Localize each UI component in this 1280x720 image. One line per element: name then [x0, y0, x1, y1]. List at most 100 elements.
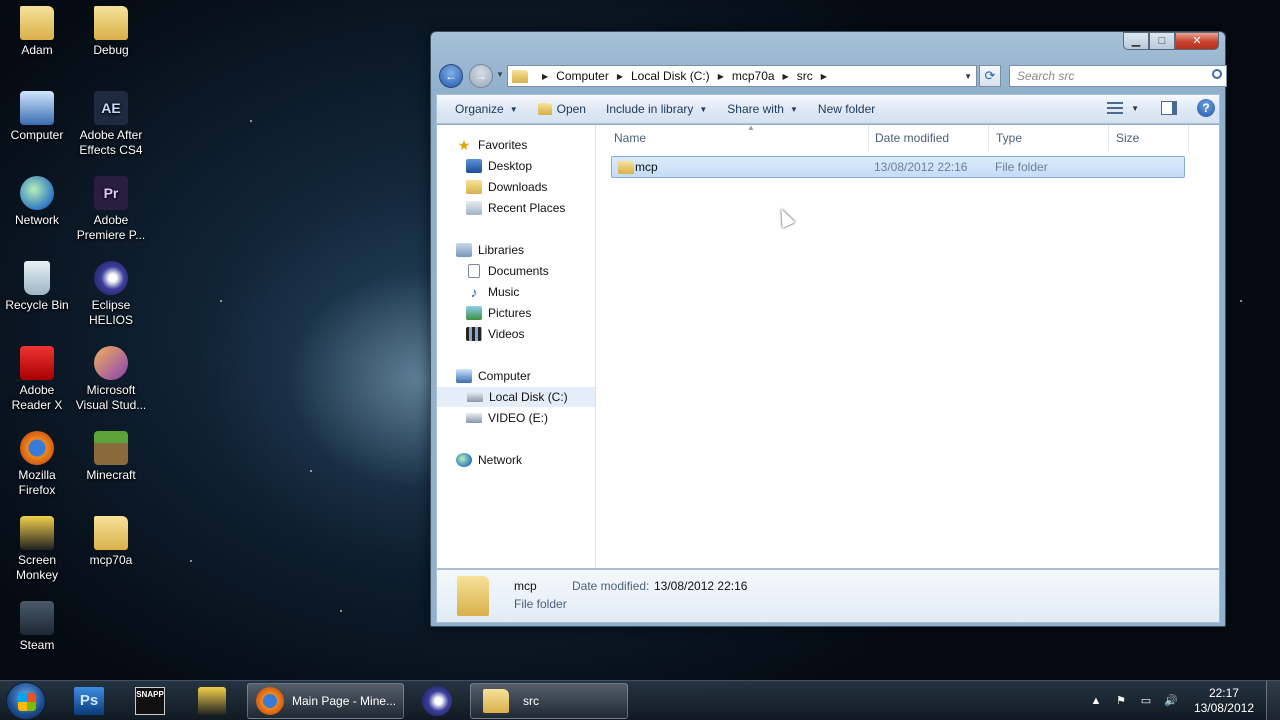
- after-effects-icon: AE: [94, 91, 128, 125]
- file-list: Name ▲ Date modified Type Size mcp 13/08…: [597, 123, 1219, 568]
- nav-network[interactable]: Network: [437, 450, 595, 470]
- recent-pages-dropdown[interactable]: ▼: [496, 70, 504, 79]
- include-in-library-menu[interactable]: Include in library ▼: [596, 95, 717, 123]
- sort-ascending-icon: ▲: [747, 123, 755, 132]
- desktop-icon-firefox[interactable]: Mozilla Firefox: [0, 431, 74, 498]
- desktop-icon-computer[interactable]: Computer: [0, 91, 74, 143]
- desktop-icon-mcp70a[interactable]: mcp70a: [74, 516, 148, 568]
- search-icon[interactable]: [1212, 69, 1222, 79]
- nav-videos[interactable]: Videos: [437, 324, 595, 344]
- show-hidden-icons-icon[interactable]: ▲: [1088, 694, 1104, 708]
- clock[interactable]: 22:17 13/08/2012: [1194, 686, 1254, 716]
- chevron-down-icon: ▼: [699, 104, 708, 114]
- column-header-name[interactable]: Name ▲: [607, 123, 869, 151]
- breadcrumb-chevron-icon[interactable]: ▶: [617, 72, 623, 81]
- details-name: mcp: [514, 579, 537, 593]
- nav-pictures[interactable]: Pictures: [437, 303, 595, 323]
- refresh-button[interactable]: ⟳: [979, 65, 1001, 87]
- nav-local-disk[interactable]: Local Disk (C:): [437, 387, 595, 407]
- share-with-menu[interactable]: Share with ▼: [717, 95, 808, 123]
- system-tray: ▲ ⚑ ▭ 🔊 22:17 13/08/2012: [1088, 681, 1280, 720]
- videos-icon: [466, 327, 482, 341]
- preview-pane-icon[interactable]: [1161, 101, 1177, 115]
- nav-desktop[interactable]: Desktop: [437, 156, 595, 176]
- organize-menu[interactable]: Organize ▼: [445, 95, 528, 123]
- address-bar[interactable]: ▶ Computer ▶ Local Disk (C:) ▶ mcp70a ▶ …: [507, 65, 977, 87]
- open-folder-icon: [537, 103, 552, 115]
- command-bar: Organize ▼ Open Include in library ▼ Sha…: [436, 94, 1220, 124]
- premiere-icon: Pr: [94, 176, 128, 210]
- nav-libraries[interactable]: Libraries: [437, 240, 595, 260]
- desktop-icon-recycle-bin[interactable]: Recycle Bin: [0, 261, 74, 313]
- recycle-bin-icon: [24, 261, 50, 295]
- action-center-icon[interactable]: ⚑: [1113, 694, 1129, 708]
- help-icon[interactable]: ?: [1197, 99, 1215, 117]
- taskbar-screen-monkey[interactable]: [182, 683, 242, 719]
- new-folder-button[interactable]: New folder: [808, 95, 885, 123]
- show-desktop-button[interactable]: [1266, 681, 1280, 720]
- desktop-icon-steam[interactable]: Steam: [0, 601, 74, 653]
- minimize-button[interactable]: ▁: [1123, 32, 1149, 50]
- file-name: mcp: [635, 160, 658, 174]
- search-input[interactable]: [1017, 69, 1207, 83]
- caption-buttons: ▁ □ ✕: [1123, 32, 1219, 50]
- maximize-button[interactable]: □: [1149, 32, 1175, 50]
- column-header-size[interactable]: Size: [1109, 125, 1189, 151]
- breadcrumb-chevron-icon[interactable]: ▶: [783, 72, 789, 81]
- address-dropdown-icon[interactable]: ▼: [964, 72, 972, 81]
- nav-documents[interactable]: Documents: [437, 261, 595, 281]
- chevron-down-icon: ▼: [789, 104, 798, 114]
- desktop-icon-after-effects[interactable]: AE Adobe After Effects CS4: [74, 91, 148, 158]
- refresh-icon: ⟳: [984, 68, 996, 83]
- nav-favorites[interactable]: ★ Favorites: [437, 135, 595, 155]
- taskbar-firefox-window[interactable]: Main Page - Mine...: [247, 683, 404, 719]
- photoshop-icon: Ps: [74, 687, 104, 715]
- breadcrumb-local-disk[interactable]: Local Disk (C:): [631, 69, 710, 83]
- nav-downloads[interactable]: Downloads: [437, 177, 595, 197]
- desktop-icon-visual-studio[interactable]: Microsoft Visual Stud...: [74, 346, 148, 413]
- desktop-icon-debug[interactable]: Debug: [74, 6, 148, 58]
- nav-music[interactable]: ♪ Music: [437, 282, 595, 302]
- volume-icon[interactable]: 🔊: [1163, 694, 1179, 708]
- breadcrumb-src[interactable]: src: [797, 69, 813, 83]
- nav-video-drive[interactable]: VIDEO (E:): [437, 408, 595, 428]
- desktop-icon-premiere[interactable]: Pr Adobe Premiere P...: [74, 176, 148, 243]
- minecraft-icon: [94, 431, 128, 465]
- music-icon: ♪: [470, 284, 478, 300]
- breadcrumb-chevron-icon[interactable]: ▶: [542, 72, 548, 81]
- desktop-icon-adobe-reader[interactable]: Adobe Reader X: [0, 346, 74, 413]
- view-options-dropdown-icon[interactable]: ▼: [1131, 104, 1139, 113]
- navigation-row: ← → ▼ ▶ Computer ▶ Local Disk (C:) ▶ mcp…: [439, 64, 1227, 90]
- desktop-icon-screen-monkey[interactable]: Screen Monkey: [0, 516, 74, 583]
- star-icon: ★: [457, 137, 471, 153]
- chevron-down-icon: ▼: [509, 104, 518, 114]
- nav-recent-places[interactable]: Recent Places: [437, 198, 595, 218]
- column-header-date-modified[interactable]: Date modified: [868, 125, 989, 151]
- desktop-icon-network[interactable]: Network: [0, 176, 74, 228]
- search-box[interactable]: [1009, 65, 1227, 87]
- open-button[interactable]: Open: [528, 95, 596, 123]
- breadcrumb-mcp70a[interactable]: mcp70a: [732, 69, 775, 83]
- taskbar-explorer-window[interactable]: src: [470, 683, 628, 719]
- breadcrumb-chevron-icon[interactable]: ▶: [718, 72, 724, 81]
- breadcrumb-computer[interactable]: Computer: [556, 69, 609, 83]
- breadcrumb-chevron-icon[interactable]: ▶: [821, 72, 827, 81]
- close-button[interactable]: ✕: [1175, 32, 1219, 50]
- network-icon: [20, 176, 54, 210]
- desktop-icon-eclipse[interactable]: Eclipse HELIOS: [74, 261, 148, 328]
- column-header-type[interactable]: Type: [989, 125, 1109, 151]
- desktop-icon-adam[interactable]: Adam: [0, 6, 74, 58]
- desktop-icon-minecraft[interactable]: Minecraft: [74, 431, 148, 483]
- change-view-icon[interactable]: [1107, 102, 1124, 114]
- taskbar-photoshop[interactable]: Ps: [59, 683, 119, 719]
- nav-computer[interactable]: Computer: [437, 366, 595, 386]
- taskbar-snapp[interactable]: SNAPP: [120, 683, 180, 719]
- forward-button[interactable]: →: [469, 64, 493, 88]
- back-button[interactable]: ←: [439, 64, 463, 88]
- network-status-icon[interactable]: ▭: [1138, 694, 1154, 708]
- details-pane: mcp File folder Date modified: 13/08/201…: [436, 569, 1220, 623]
- windows-logo-icon: [18, 693, 36, 711]
- taskbar-eclipse[interactable]: [407, 683, 467, 719]
- file-row[interactable]: mcp 13/08/2012 22:16 File folder: [611, 156, 1185, 178]
- start-button[interactable]: [6, 682, 46, 720]
